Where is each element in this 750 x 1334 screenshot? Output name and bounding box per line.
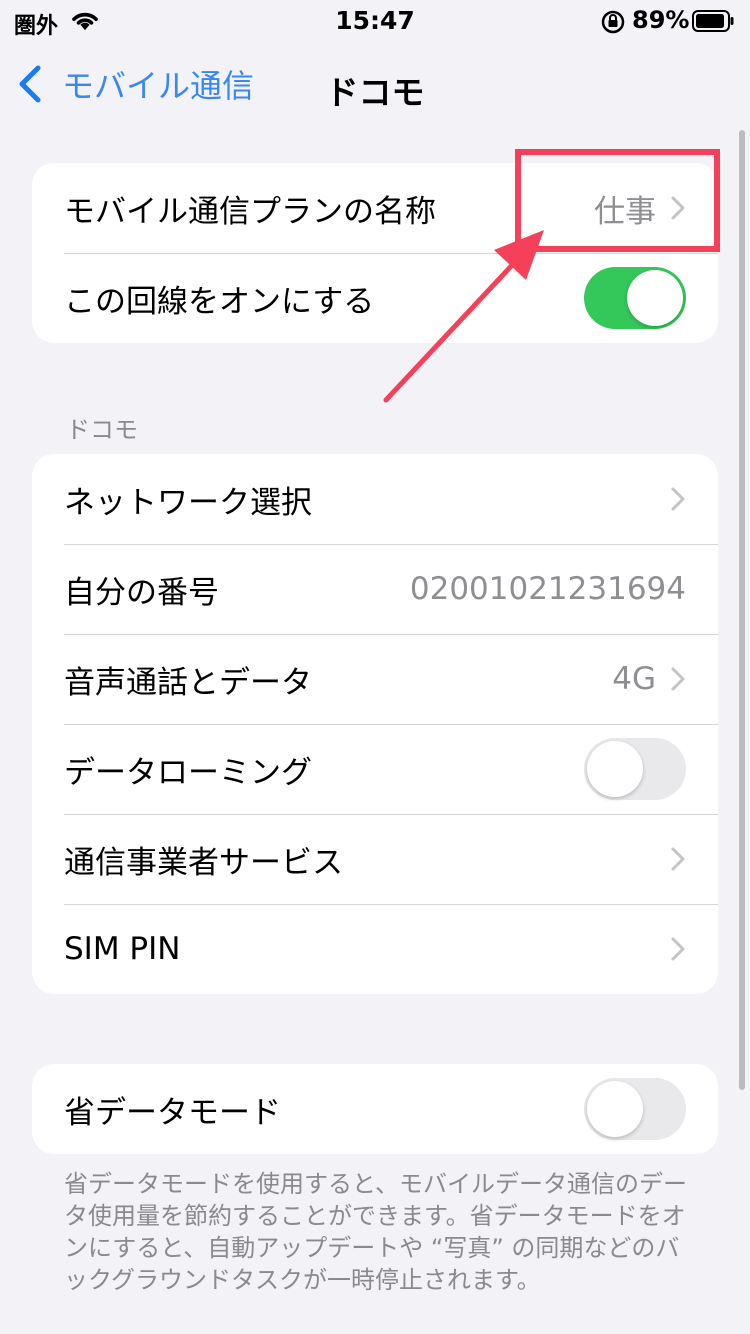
page-title: ドコモ: [325, 73, 425, 112]
battery-percent: 89%: [632, 6, 690, 34]
plan-name-row[interactable]: モバイル通信プランの名称 仕事: [32, 163, 718, 253]
plan-name-label: モバイル通信プランの名称: [64, 193, 436, 230]
low-data-label: 省データモード: [64, 1094, 281, 1131]
chevron-right-icon: [671, 487, 685, 511]
section-header-docomo: ドコモ: [66, 416, 138, 444]
battery-icon: [692, 10, 734, 32]
voice-data-row[interactable]: 音声通話とデータ 4G: [32, 634, 718, 724]
voice-data-label: 音声通話とデータ: [64, 664, 312, 701]
carrier-services-row[interactable]: 通信事業者サービス: [32, 814, 718, 904]
docomo-group: ネットワーク選択 自分の番号 02001021231694 音声通話とデータ 4…: [32, 454, 718, 994]
network-selection-label: ネットワーク選択: [64, 484, 312, 521]
my-number-value: 02001021231694: [409, 571, 686, 607]
chevron-right-icon: [671, 847, 685, 871]
plan-group: モバイル通信プランの名称 仕事 この回線をオンにする: [32, 163, 718, 343]
toggle-knob: [627, 270, 683, 326]
navigation-bar: モバイル通信 ドコモ: [0, 44, 750, 124]
low-data-toggle[interactable]: [584, 1078, 686, 1140]
plan-name-value: 仕事: [594, 193, 656, 230]
line-on-label: この回線をオンにする: [64, 283, 375, 320]
status-bar: 圏外 15:47 89%: [0, 0, 750, 44]
low-data-group: 省データモード: [32, 1064, 718, 1154]
sim-pin-row[interactable]: SIM PIN: [32, 904, 718, 994]
line-on-toggle[interactable]: [584, 267, 686, 329]
line-on-row: この回線をオンにする: [32, 253, 718, 343]
sim-pin-label: SIM PIN: [64, 931, 181, 967]
data-roaming-label: データローミング: [64, 754, 312, 791]
chevron-right-icon: [671, 937, 685, 961]
scrollbar[interactable]: [739, 130, 745, 1090]
orientation-lock-icon: [601, 10, 625, 34]
low-data-footer: 省データモードを使用すると、モバイルデータ通信のデータ使用量を節約することができ…: [64, 1170, 688, 1294]
chevron-right-icon: [671, 196, 685, 220]
my-number-label: 自分の番号: [64, 574, 219, 611]
voice-data-value: 4G: [612, 661, 656, 697]
toggle-knob: [587, 1081, 643, 1137]
chevron-right-icon: [671, 667, 685, 691]
carrier-services-label: 通信事業者サービス: [64, 844, 343, 881]
my-number-row: 自分の番号 02001021231694: [32, 544, 718, 634]
low-data-row: 省データモード: [32, 1064, 718, 1154]
network-selection-row[interactable]: ネットワーク選択: [32, 454, 718, 544]
toggle-knob: [587, 741, 643, 797]
data-roaming-toggle[interactable]: [584, 738, 686, 800]
data-roaming-row: データローミング: [32, 724, 718, 814]
